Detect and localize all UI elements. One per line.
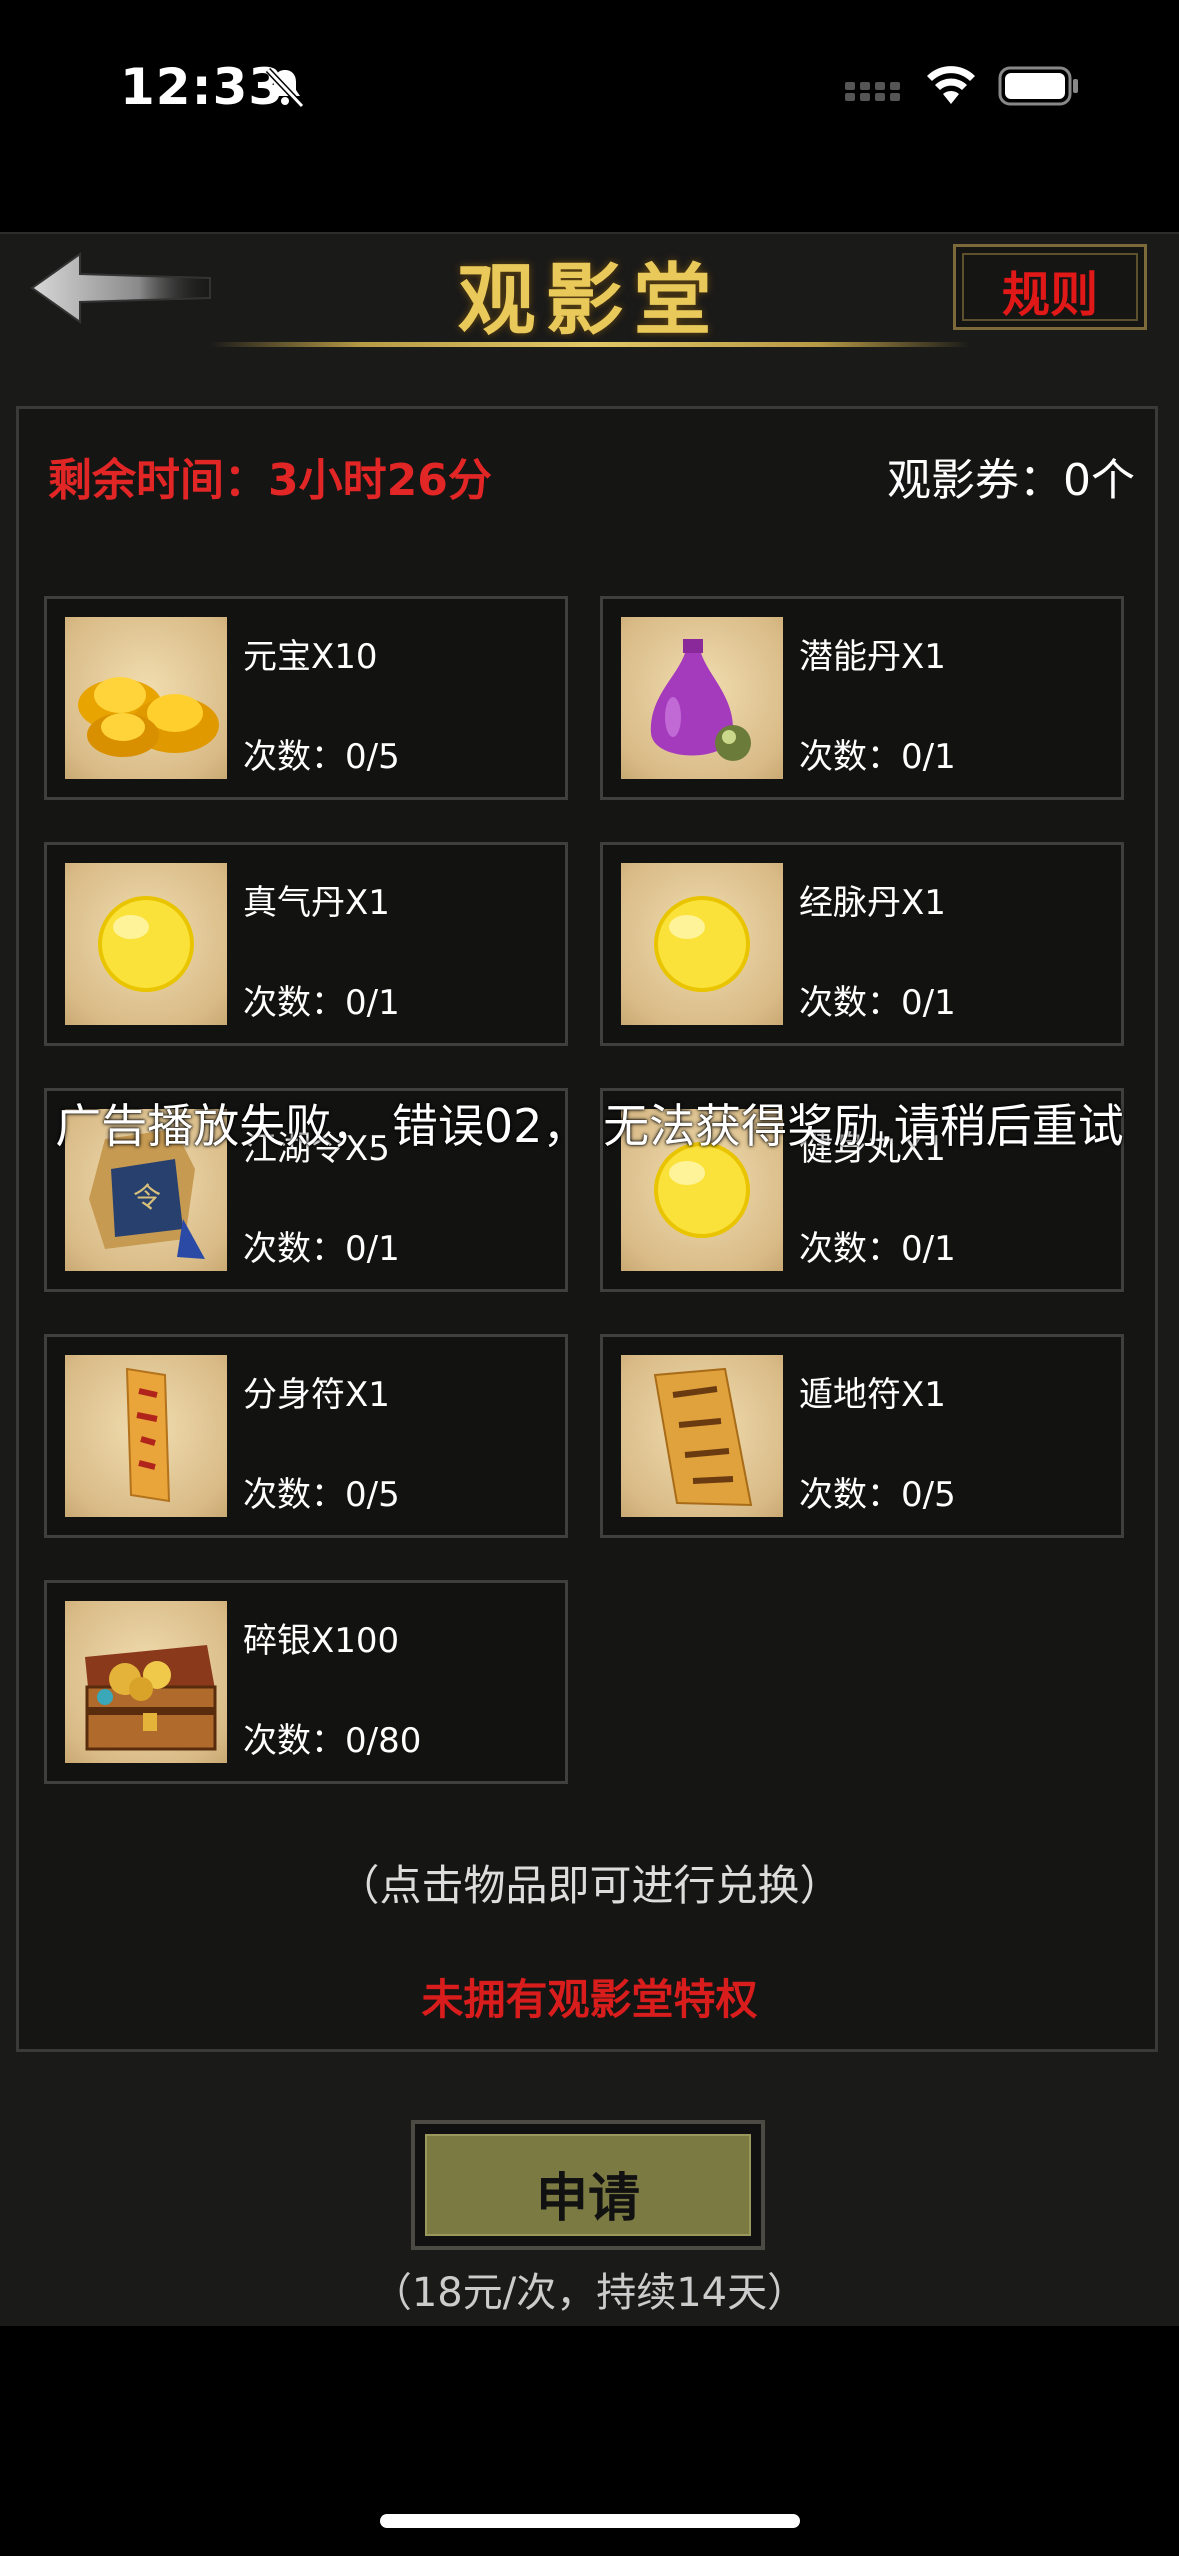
item-name: 碎银X100 [243,1621,400,1661]
remaining-time: 剩余时间：3小时26分 [48,455,492,506]
silent-bell-icon [265,67,305,109]
rules-label: 规则 [1001,267,1098,323]
exchange-hint: （点击物品即可进行兑换） [337,1861,842,1910]
item-card-jingmai[interactable]: 经脉丹X1 次数：0/1 [600,842,1124,1046]
item-count: 次数：0/1 [243,1229,400,1269]
item-card-zhenqi[interactable]: 真气丹X1 次数：0/1 [44,842,568,1046]
privilege-status: 未拥有观影堂特权 [421,1975,758,2024]
battery-icon [998,66,1078,106]
apply-button-face[interactable]: 申请 [425,2134,751,2236]
item-count: 次数：0/5 [243,737,400,777]
item-count: 次数：0/5 [243,1475,400,1515]
item-card-suiyin[interactable]: 碎银X100 次数：0/80 [44,1580,568,1784]
item-card-fenshen[interactable]: 分身符X1 次数：0/5 [44,1334,568,1538]
status-bar: 12:33 [0,0,1179,180]
talisman-icon [65,1355,227,1517]
item-name: 分身符X1 [243,1375,390,1415]
clock: 12:33 [120,58,285,116]
price-note: （18元/次，持续14天） [371,2270,808,2316]
item-card-yuanbao[interactable]: 元宝X10 次数：0/5 [44,596,568,800]
rules-button[interactable]: 规则 [953,244,1147,330]
talisman-scroll-icon [621,1355,783,1517]
yellow-pill-icon [65,863,227,1025]
item-name: 真气丹X1 [243,883,390,923]
item-count: 次数：0/5 [799,1475,956,1515]
purple-vase-icon [621,617,783,779]
item-name: 经脉丹X1 [799,883,946,923]
item-count: 次数：0/80 [243,1721,422,1761]
home-indicator[interactable] [380,2514,800,2528]
error-toast: 广告播放失败， 错误02， 无法获得奖励,请稍后重试 [55,1099,1124,1153]
item-card-dundi[interactable]: 遁地符X1 次数：0/5 [600,1334,1124,1538]
item-count: 次数：0/1 [799,1229,956,1269]
item-card-qianneng[interactable]: 潜能丹X1 次数：0/1 [600,596,1124,800]
item-name: 元宝X10 [243,637,378,677]
apply-label: 申请 [535,2169,640,2229]
title-divider [210,342,970,347]
gold-ingot-icon [65,617,227,779]
item-count: 次数：0/1 [799,983,956,1023]
ticket-count: 观影券：0个 [887,455,1135,506]
item-name: 遁地符X1 [799,1375,946,1415]
svg-text:令: 令 [133,1181,161,1214]
apply-button[interactable]: 申请 [411,2120,765,2250]
wifi-icon [927,66,975,104]
yellow-pill-icon [621,863,783,1025]
item-name: 潜能丹X1 [799,637,946,677]
item-count: 次数：0/1 [243,983,400,1023]
item-count: 次数：0/1 [799,737,956,777]
treasure-chest-icon [65,1601,227,1763]
cellular-signal-icon [845,82,900,101]
